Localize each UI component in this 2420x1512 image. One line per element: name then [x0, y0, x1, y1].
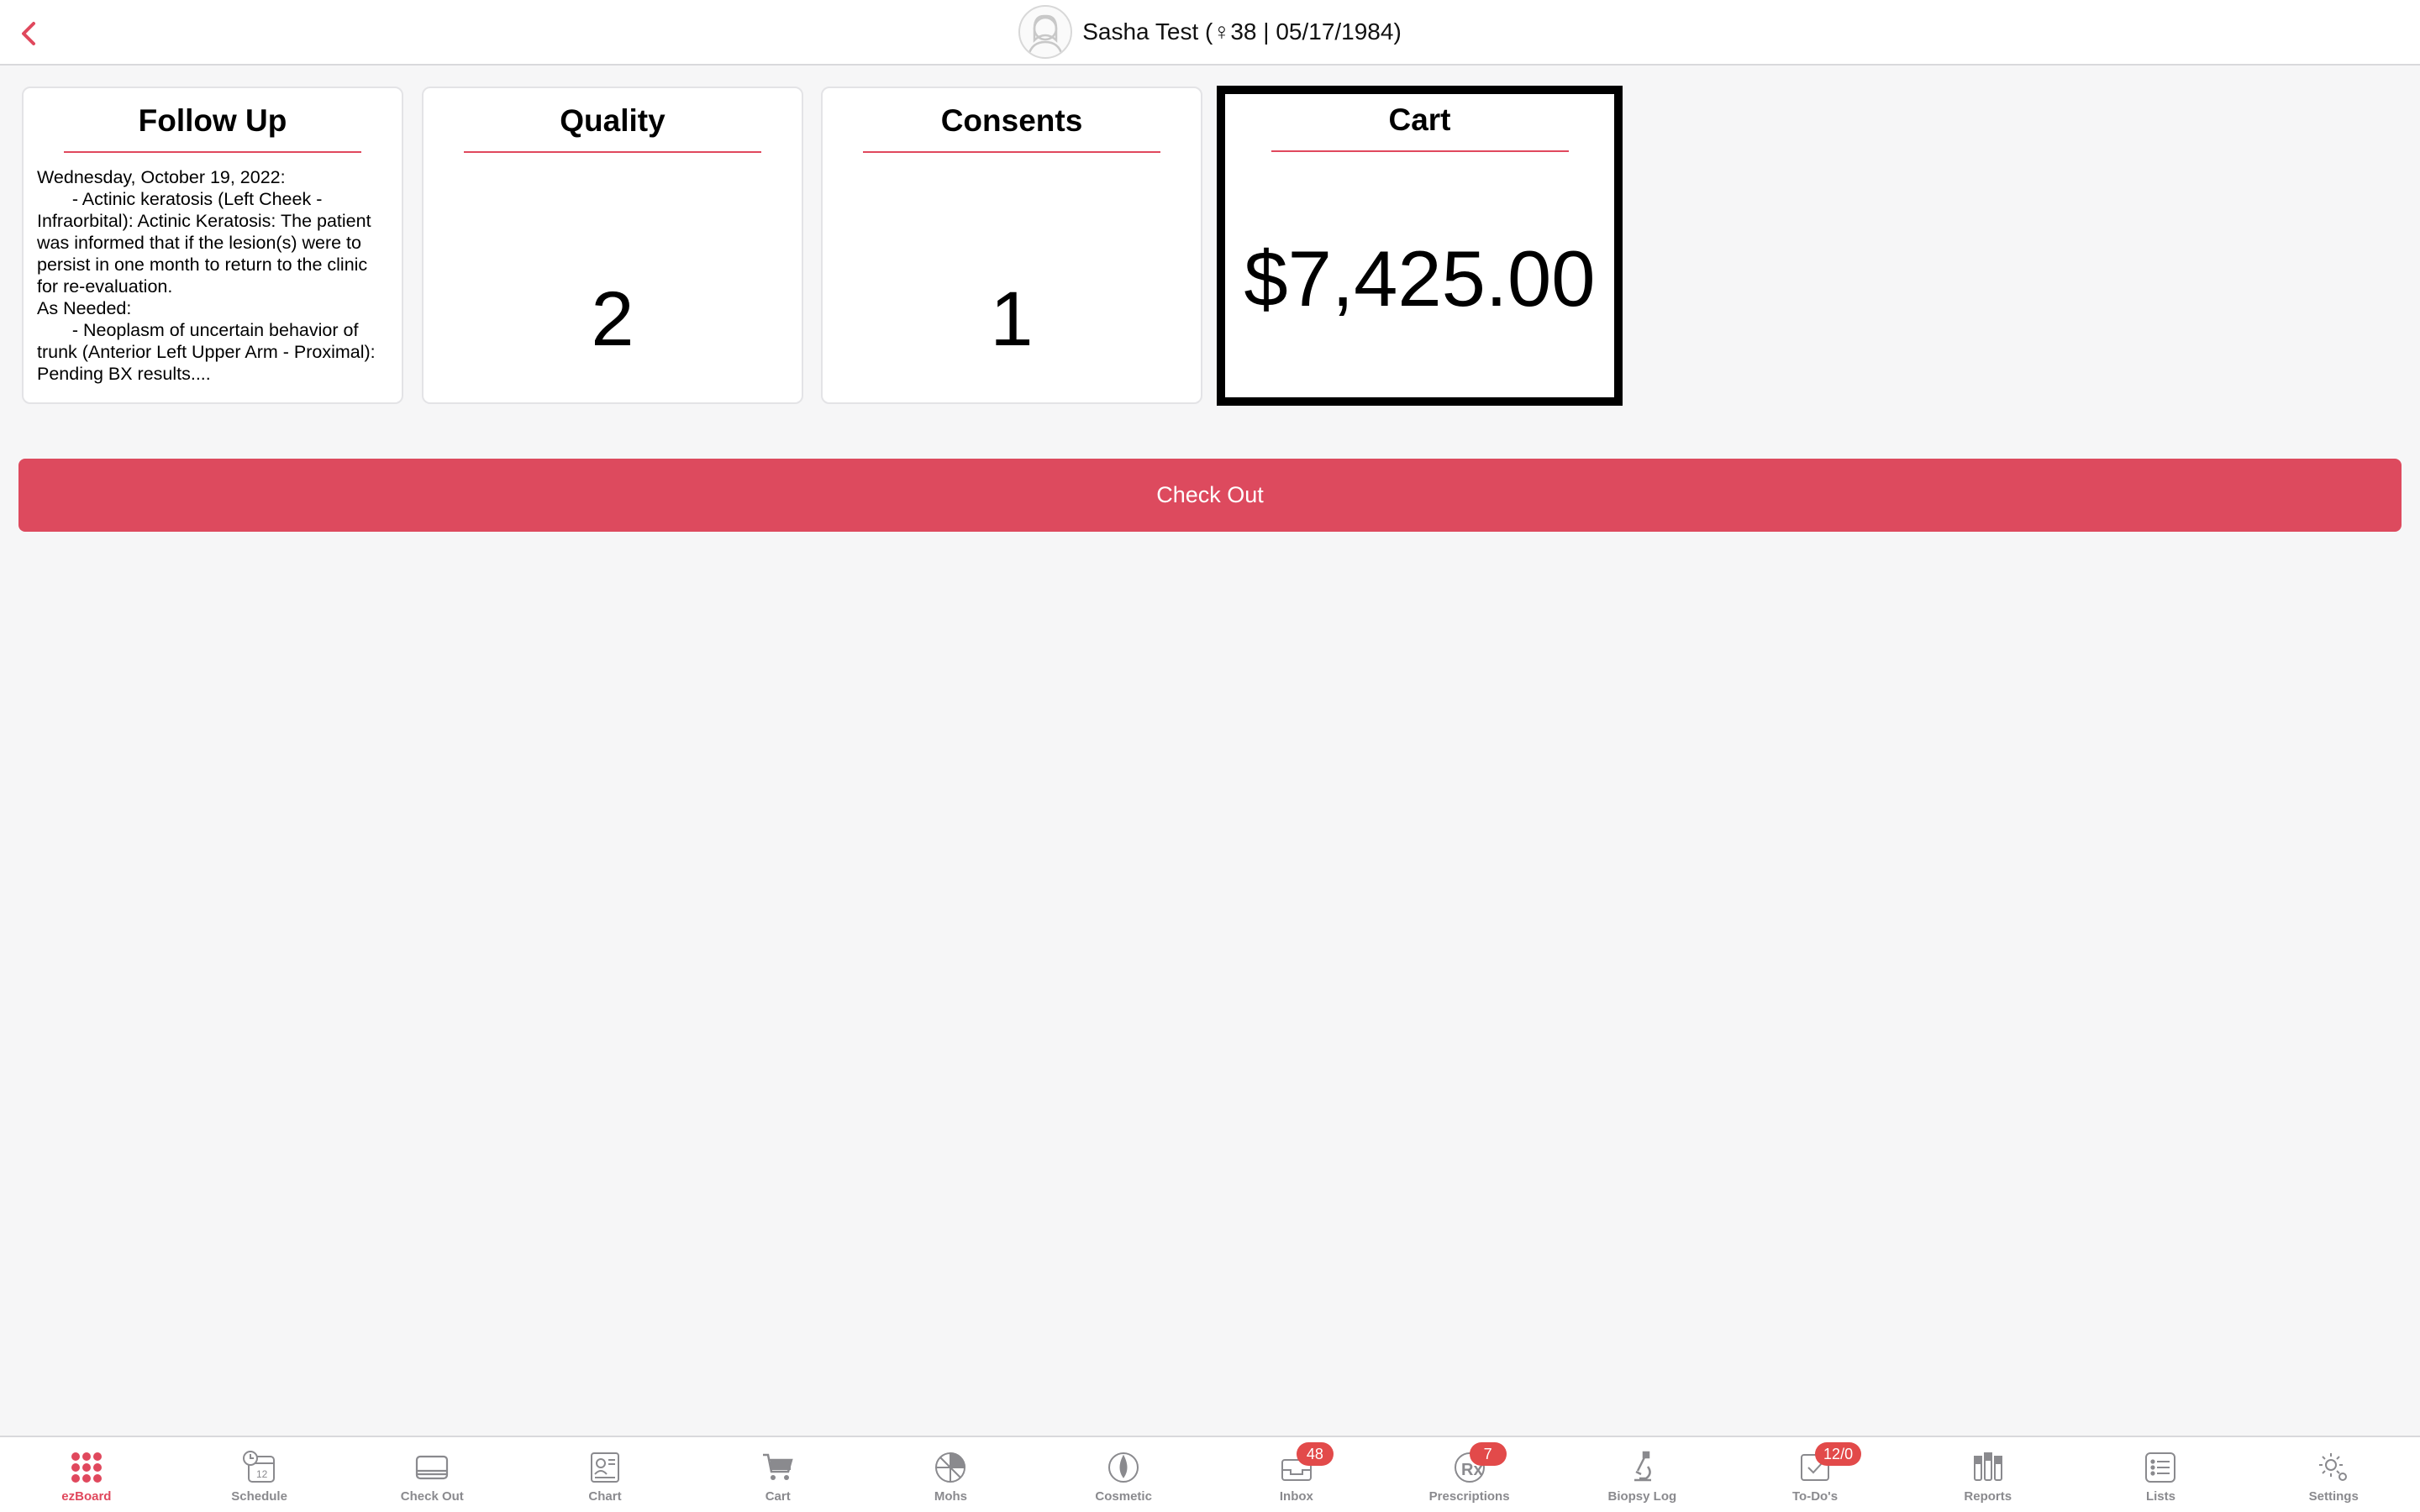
inbox-badge: 48	[1296, 1442, 1334, 1466]
tab-label: To-Do's	[1791, 1489, 1839, 1504]
cart-card[interactable]: Cart $7,425.00	[1217, 86, 1623, 406]
consents-count: 1	[990, 276, 1034, 362]
tab-reports[interactable]: Reports	[1902, 1437, 2075, 1512]
follow-up-card[interactable]: Follow Up Wednesday, October 19, 2022: -…	[22, 87, 403, 404]
follow-up-title: Follow Up	[138, 103, 287, 138]
tab-label: Lists	[2145, 1489, 2175, 1504]
tab-label: Biopsy Log	[1607, 1489, 1677, 1504]
follow-up-text: Wednesday, October 19, 2022: - Actinic k…	[37, 167, 376, 384]
tab-label: Reports	[1964, 1489, 2012, 1504]
tab-cosmetic[interactable]: Cosmetic	[1037, 1437, 1210, 1512]
tab-label: Check Out	[400, 1489, 464, 1504]
tab-to-dos[interactable]: 12/0 To-Do's	[1728, 1437, 1902, 1512]
tab-lists[interactable]: Lists	[2075, 1437, 2248, 1512]
tab-label: Prescriptions	[1428, 1489, 1510, 1504]
patient-name-label: Sasha Test (♀38 | 05/17/1984)	[1082, 18, 1402, 45]
cart-icon	[760, 1449, 797, 1486]
bottom-tab-bar: ezBoard 12 Schedule Check Out Chart Cart…	[0, 1436, 2420, 1512]
patient-header[interactable]: Sasha Test (♀38 | 05/17/1984)	[0, 5, 2420, 59]
svg-text:12: 12	[256, 1468, 268, 1480]
tab-ezboard[interactable]: ezBoard	[0, 1437, 173, 1512]
top-bar: Sasha Test (♀38 | 05/17/1984)	[0, 0, 2420, 66]
consents-title: Consents	[940, 103, 1083, 138]
reports-bars-icon	[1970, 1449, 2007, 1486]
tab-cart[interactable]: Cart	[692, 1437, 865, 1512]
prescriptions-badge: 7	[1469, 1442, 1507, 1466]
tab-label: Chart	[588, 1489, 622, 1504]
mohs-circle-icon	[932, 1449, 969, 1486]
quality-count: 2	[591, 276, 634, 362]
tab-label: Settings	[2308, 1489, 2359, 1504]
quality-divider	[464, 151, 761, 153]
calendar-clock-icon: 12	[241, 1449, 278, 1486]
card-icon	[413, 1449, 450, 1486]
consents-divider	[863, 151, 1160, 153]
tab-settings[interactable]: Settings	[2247, 1437, 2420, 1512]
chart-id-icon	[587, 1449, 623, 1486]
tab-chart[interactable]: Chart	[518, 1437, 692, 1512]
tab-label: Cart	[765, 1489, 791, 1504]
tab-label: Schedule	[231, 1489, 287, 1504]
consents-card[interactable]: Consents 1	[821, 87, 1202, 404]
gear-icon	[2315, 1449, 2352, 1486]
tab-inbox[interactable]: 48 Inbox	[1210, 1437, 1383, 1512]
tab-biopsy-log[interactable]: Biopsy Log	[1555, 1437, 1728, 1512]
check-out-button[interactable]: Check Out	[18, 459, 2402, 532]
tab-label: Inbox	[1279, 1489, 1313, 1504]
tab-mohs[interactable]: Mohs	[865, 1437, 1038, 1512]
quality-card[interactable]: Quality 2	[422, 87, 803, 404]
tab-label: Cosmetic	[1095, 1489, 1152, 1504]
follow-up-divider	[64, 151, 361, 153]
grid-dots-icon	[68, 1449, 105, 1486]
microscope-icon	[1623, 1449, 1660, 1486]
tab-prescriptions[interactable]: Rx 7 Prescriptions	[1383, 1437, 1556, 1512]
tab-label: Mohs	[934, 1489, 968, 1504]
patient-avatar-icon	[1018, 5, 1073, 59]
quality-title: Quality	[560, 103, 666, 138]
tab-label: ezBoard	[61, 1489, 112, 1504]
cart-total: $7,425.00	[1244, 234, 1596, 323]
cart-divider	[1270, 150, 1569, 152]
tab-schedule[interactable]: 12 Schedule	[173, 1437, 346, 1512]
list-icon	[2142, 1449, 2179, 1486]
to-dos-badge: 12/0	[1815, 1442, 1862, 1466]
cosmetic-drop-icon	[1105, 1449, 1142, 1486]
tab-check-out[interactable]: Check Out	[345, 1437, 518, 1512]
cart-title: Cart	[1388, 102, 1451, 137]
